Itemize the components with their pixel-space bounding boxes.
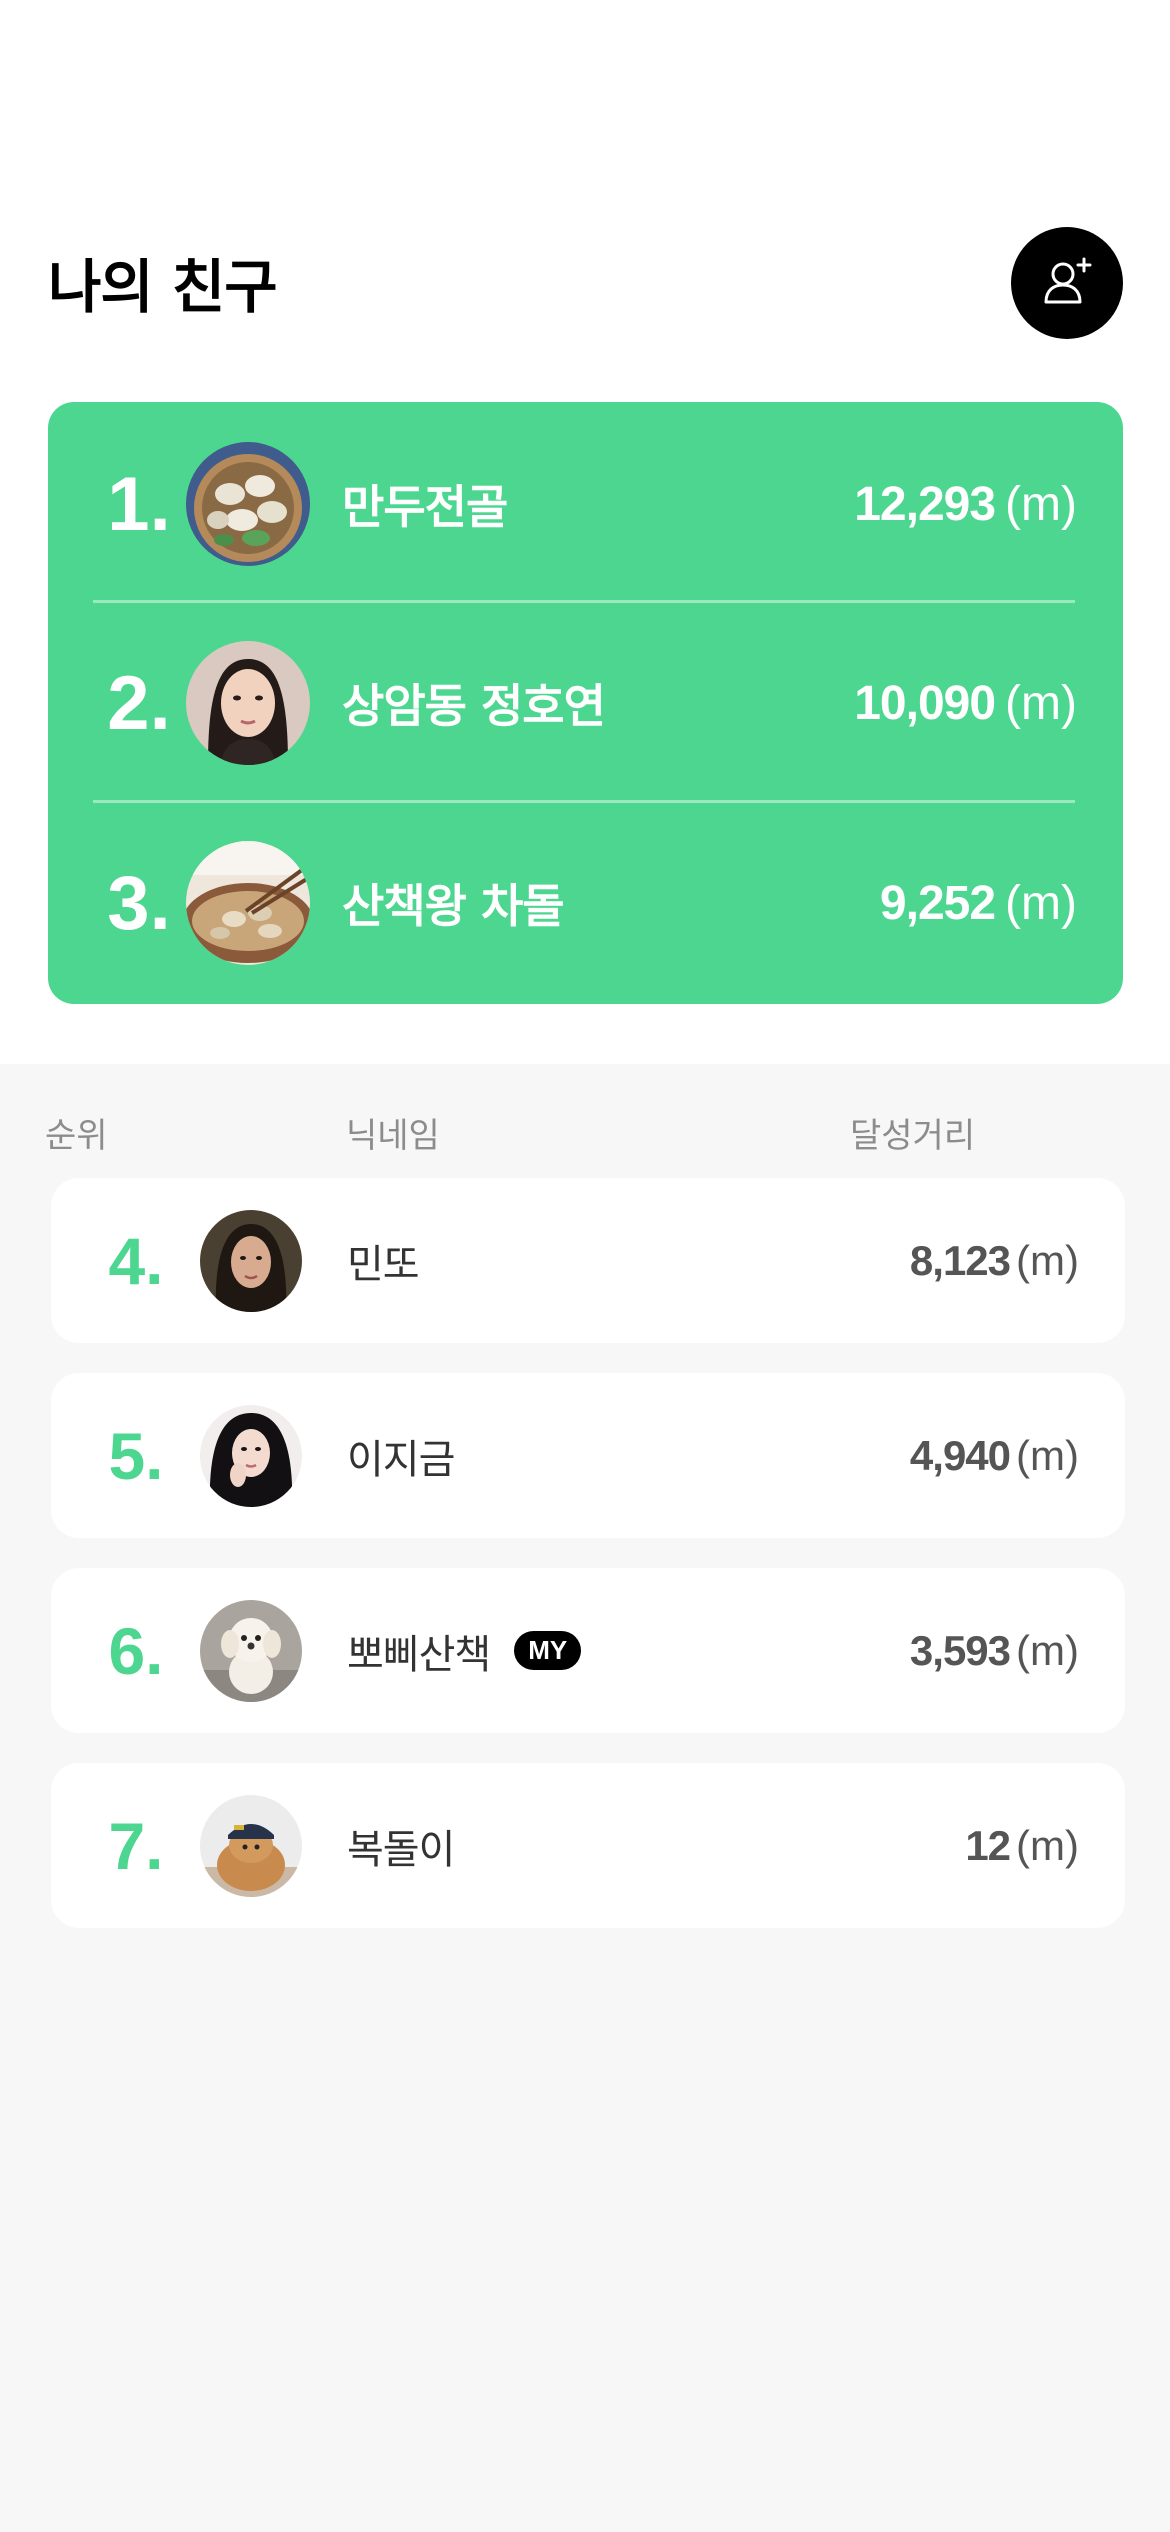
rank-number: 6. [108, 1613, 164, 1688]
distance-value: 12,293 [854, 477, 996, 531]
distance-unit: (m) [1016, 1626, 1079, 1674]
distance-unit: (m) [1005, 676, 1077, 730]
nickname: 민또 [347, 1241, 420, 1288]
list-item[interactable]: 4. 민또 8,123 (m) [51, 1178, 1125, 1343]
nickname: 뽀삐산책 MY [347, 1568, 582, 1733]
top3-row[interactable]: 3. 산책왕 차돌 9,252 (m) [48, 803, 1123, 1003]
nickname: 이지금 [347, 1436, 455, 1483]
column-header-distance: 달성거리 [850, 1116, 976, 1156]
avatar [200, 1405, 302, 1507]
distance-unit: (m) [1005, 477, 1077, 531]
distance: 3,593 (m) [910, 1568, 1079, 1733]
page-title: 나의 친구 [48, 253, 278, 321]
avatar [200, 1210, 302, 1312]
puppy-photo [200, 1600, 302, 1702]
rank-number: 3. [107, 860, 171, 946]
column-header-rank: 순위 [45, 1116, 108, 1156]
distance-value: 3,593 [909, 1626, 1011, 1674]
rank-number: 2. [107, 660, 171, 746]
dumplings-photo [186, 442, 310, 566]
person-portrait [200, 1210, 302, 1312]
person-portrait [186, 641, 310, 765]
rank-number: 4. [108, 1223, 164, 1298]
distance: 10,090 (m) [854, 603, 1077, 803]
avatar [200, 1795, 302, 1897]
top3-ranking-card: 1. 만두전골 12,293 (m) 2. 상암동 정호연 10,090 (m)… [48, 402, 1123, 1004]
rank-number: 7. [108, 1808, 164, 1883]
top-section: 나의 친구 1. 만두전골 12,293 (m) 2. 상암동 정호연 10,0… [0, 0, 1170, 1064]
add-friend-button[interactable] [1011, 227, 1123, 339]
distance-unit: (m) [1016, 1431, 1079, 1479]
distance-value: 12 [965, 1821, 1011, 1869]
rank-number: 5. [108, 1418, 164, 1493]
rank-number: 1. [107, 461, 171, 547]
nickname: 만두전골 [342, 480, 508, 534]
nickname: 복돌이 [347, 1826, 455, 1873]
top3-row[interactable]: 1. 만두전골 12,293 (m) [48, 404, 1123, 604]
avatar [186, 442, 310, 566]
list-item[interactable]: 5. 이지금 4,940 (m) [51, 1373, 1125, 1538]
avatar [186, 641, 310, 765]
column-header-nickname: 닉네임 [346, 1116, 440, 1156]
distance-value: 10,090 [854, 676, 996, 730]
food-photo [186, 841, 310, 965]
distance-unit: (m) [1016, 1236, 1079, 1284]
distance: 12,293 (m) [854, 404, 1077, 604]
distance: 8,123 (m) [910, 1178, 1079, 1343]
dog-with-hat-photo [200, 1795, 302, 1897]
list-item[interactable]: 6. 뽀삐산책 MY 3,593 (m) [51, 1568, 1125, 1733]
distance-unit: (m) [1016, 1821, 1079, 1869]
distance-value: 4,940 [909, 1431, 1011, 1479]
my-badge: MY [514, 1631, 582, 1670]
distance-value: 9,252 [879, 876, 996, 930]
distance-value: 8,123 [909, 1236, 1011, 1284]
add-user-icon [1044, 257, 1092, 304]
nickname: 상암동 정호연 [342, 679, 606, 733]
distance: 4,940 (m) [910, 1373, 1079, 1538]
person-portrait [200, 1405, 302, 1507]
nickname: 산책왕 차돌 [342, 879, 565, 933]
distance-unit: (m) [1005, 876, 1077, 930]
top3-row[interactable]: 2. 상암동 정호연 10,090 (m) [48, 603, 1123, 803]
distance: 12 (m) [965, 1763, 1079, 1928]
avatar [186, 841, 310, 965]
avatar [200, 1600, 302, 1702]
list-item[interactable]: 7. 복돌이 12 (m) [51, 1763, 1125, 1928]
distance: 9,252 (m) [880, 803, 1077, 1003]
